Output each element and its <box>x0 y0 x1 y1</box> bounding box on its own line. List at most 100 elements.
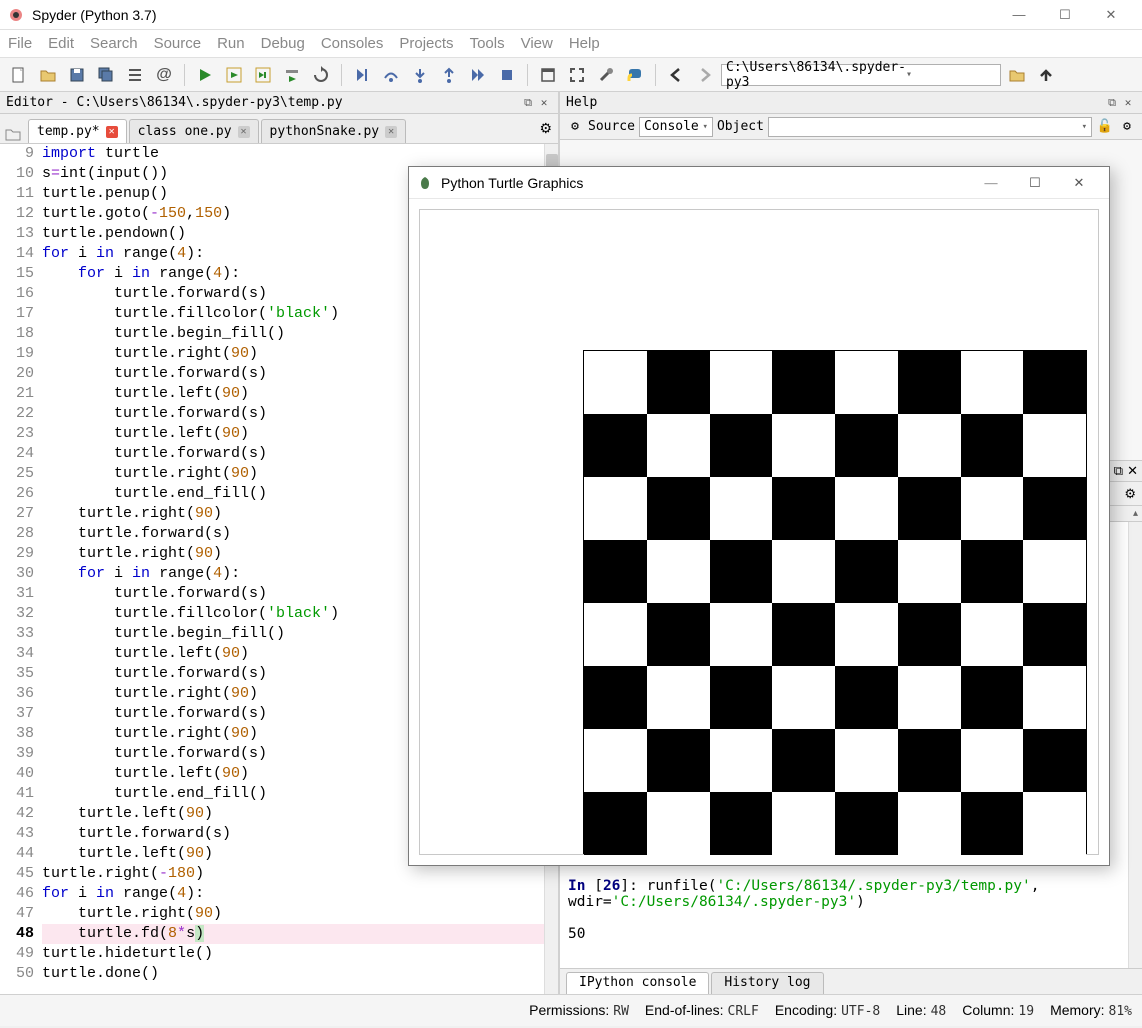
tab-close-icon[interactable]: ✕ <box>385 126 397 138</box>
line-number: 19 <box>0 344 34 364</box>
preferences-icon[interactable] <box>593 62 619 88</box>
editor-undock-icon[interactable]: ⧉ <box>520 96 536 110</box>
help-lock-icon[interactable]: 🔓 <box>1096 119 1114 134</box>
console-scrollbar[interactable] <box>1128 522 1142 968</box>
at-icon[interactable]: @ <box>151 62 177 88</box>
continue-icon[interactable] <box>465 62 491 88</box>
editor-tab[interactable]: pythonSnake.py ✕ <box>261 119 407 143</box>
chess-square <box>1023 666 1086 729</box>
editor-options-icon[interactable]: ⚙ <box>539 120 552 137</box>
maximize-pane-icon[interactable] <box>535 62 561 88</box>
line-number: 39 <box>0 744 34 764</box>
run-icon[interactable] <box>192 62 218 88</box>
code-line[interactable]: import turtle <box>42 144 544 164</box>
editor-tab[interactable]: class one.py✕ <box>129 119 259 143</box>
help-undock-icon[interactable]: ⧉ <box>1104 96 1120 110</box>
menu-edit[interactable]: Edit <box>48 35 74 52</box>
turtle-titlebar[interactable]: Python Turtle Graphics — ☐ ✕ <box>409 167 1109 199</box>
fullscreen-icon[interactable] <box>564 62 590 88</box>
varexp-close-icon[interactable]: ✕ <box>1127 463 1138 479</box>
debug-icon[interactable] <box>349 62 375 88</box>
browse-dir-icon[interactable] <box>1004 62 1030 88</box>
line-number: 36 <box>0 684 34 704</box>
menu-source[interactable]: Source <box>154 35 202 52</box>
save-all-icon[interactable] <box>93 62 119 88</box>
turtle-app-icon <box>417 175 433 191</box>
close-button[interactable]: ✕ <box>1088 2 1134 28</box>
code-line[interactable]: turtle.hideturtle() <box>42 944 544 964</box>
turtle-maximize-button[interactable]: ☐ <box>1013 169 1057 197</box>
turtle-minimize-button[interactable]: — <box>969 169 1013 197</box>
line-number: 27 <box>0 504 34 524</box>
stop-debug-icon[interactable] <box>494 62 520 88</box>
file-browser-icon[interactable] <box>4 125 22 143</box>
new-file-icon[interactable] <box>6 62 32 88</box>
menu-debug[interactable]: Debug <box>261 35 305 52</box>
line-number: 31 <box>0 584 34 604</box>
menu-tools[interactable]: Tools <box>470 35 505 52</box>
code-line[interactable]: turtle.done() <box>42 964 544 984</box>
forward-icon[interactable] <box>692 62 718 88</box>
chess-square <box>772 351 835 414</box>
python-path-icon[interactable] <box>622 62 648 88</box>
run-cell-advance-icon[interactable] <box>250 62 276 88</box>
tab-close-icon[interactable]: ✕ <box>106 126 118 138</box>
chess-square <box>835 666 898 729</box>
working-dir-combo[interactable]: C:\Users\86134\.spyder-py3▾ <box>721 64 1001 86</box>
chess-square <box>772 729 835 792</box>
minimize-button[interactable]: — <box>996 2 1042 28</box>
chess-square <box>584 414 647 477</box>
run-cell-icon[interactable] <box>221 62 247 88</box>
menu-projects[interactable]: Projects <box>399 35 453 52</box>
parent-dir-icon[interactable] <box>1033 62 1059 88</box>
help-gear-icon[interactable]: ⚙ <box>1118 119 1136 134</box>
chess-square <box>584 603 647 666</box>
console-scroll-up-icon[interactable]: ▴ <box>1133 508 1138 519</box>
chess-square <box>1023 603 1086 666</box>
chess-square <box>1023 729 1086 792</box>
outline-icon[interactable] <box>122 62 148 88</box>
line-number: 50 <box>0 964 34 984</box>
help-object-combo[interactable]: ▾ <box>768 117 1092 137</box>
step-out-icon[interactable] <box>436 62 462 88</box>
chess-square <box>647 477 710 540</box>
step-into-icon[interactable] <box>407 62 433 88</box>
chess-square <box>1023 477 1086 540</box>
run-selection-icon[interactable] <box>279 62 305 88</box>
line-number: 46 <box>0 884 34 904</box>
help-options-icon[interactable]: ⚙ <box>566 119 584 134</box>
code-line[interactable]: turtle.right(-180) <box>42 864 544 884</box>
rerun-icon[interactable] <box>308 62 334 88</box>
chess-square <box>710 603 773 666</box>
chess-square <box>772 477 835 540</box>
maximize-button[interactable]: ☐ <box>1042 2 1088 28</box>
save-icon[interactable] <box>64 62 90 88</box>
step-over-icon[interactable] <box>378 62 404 88</box>
varexp-undock-icon[interactable]: ⧉ <box>1114 463 1123 479</box>
menu-run[interactable]: Run <box>217 35 245 52</box>
code-line[interactable]: turtle.right(90) <box>42 904 544 924</box>
editor-close-icon[interactable]: ✕ <box>536 96 552 109</box>
help-close-icon[interactable]: ✕ <box>1120 96 1136 109</box>
code-line[interactable]: for i in range(4): <box>42 884 544 904</box>
open-file-icon[interactable] <box>35 62 61 88</box>
chess-square <box>710 477 773 540</box>
editor-tab[interactable]: temp.py*✕ <box>28 119 127 143</box>
tab-close-icon[interactable]: ✕ <box>238 126 250 138</box>
menu-view[interactable]: View <box>521 35 553 52</box>
code-line[interactable]: turtle.fd(8*s) <box>42 924 544 944</box>
console-tab[interactable]: IPython console <box>566 972 709 994</box>
help-source-combo[interactable]: Console▾ <box>639 117 713 137</box>
chess-square <box>1023 351 1086 414</box>
line-number: 45 <box>0 864 34 884</box>
turtle-close-button[interactable]: ✕ <box>1057 169 1101 197</box>
turtle-window[interactable]: Python Turtle Graphics — ☐ ✕ <box>408 166 1110 866</box>
tab-label: pythonSnake.py <box>270 124 380 139</box>
back-icon[interactable] <box>663 62 689 88</box>
menu-help[interactable]: Help <box>569 35 600 52</box>
menu-file[interactable]: File <box>8 35 32 52</box>
menu-consoles[interactable]: Consoles <box>321 35 384 52</box>
menu-search[interactable]: Search <box>90 35 138 52</box>
console-options-icon[interactable]: ⚙ <box>1124 486 1136 502</box>
console-tab[interactable]: History log <box>711 972 823 994</box>
